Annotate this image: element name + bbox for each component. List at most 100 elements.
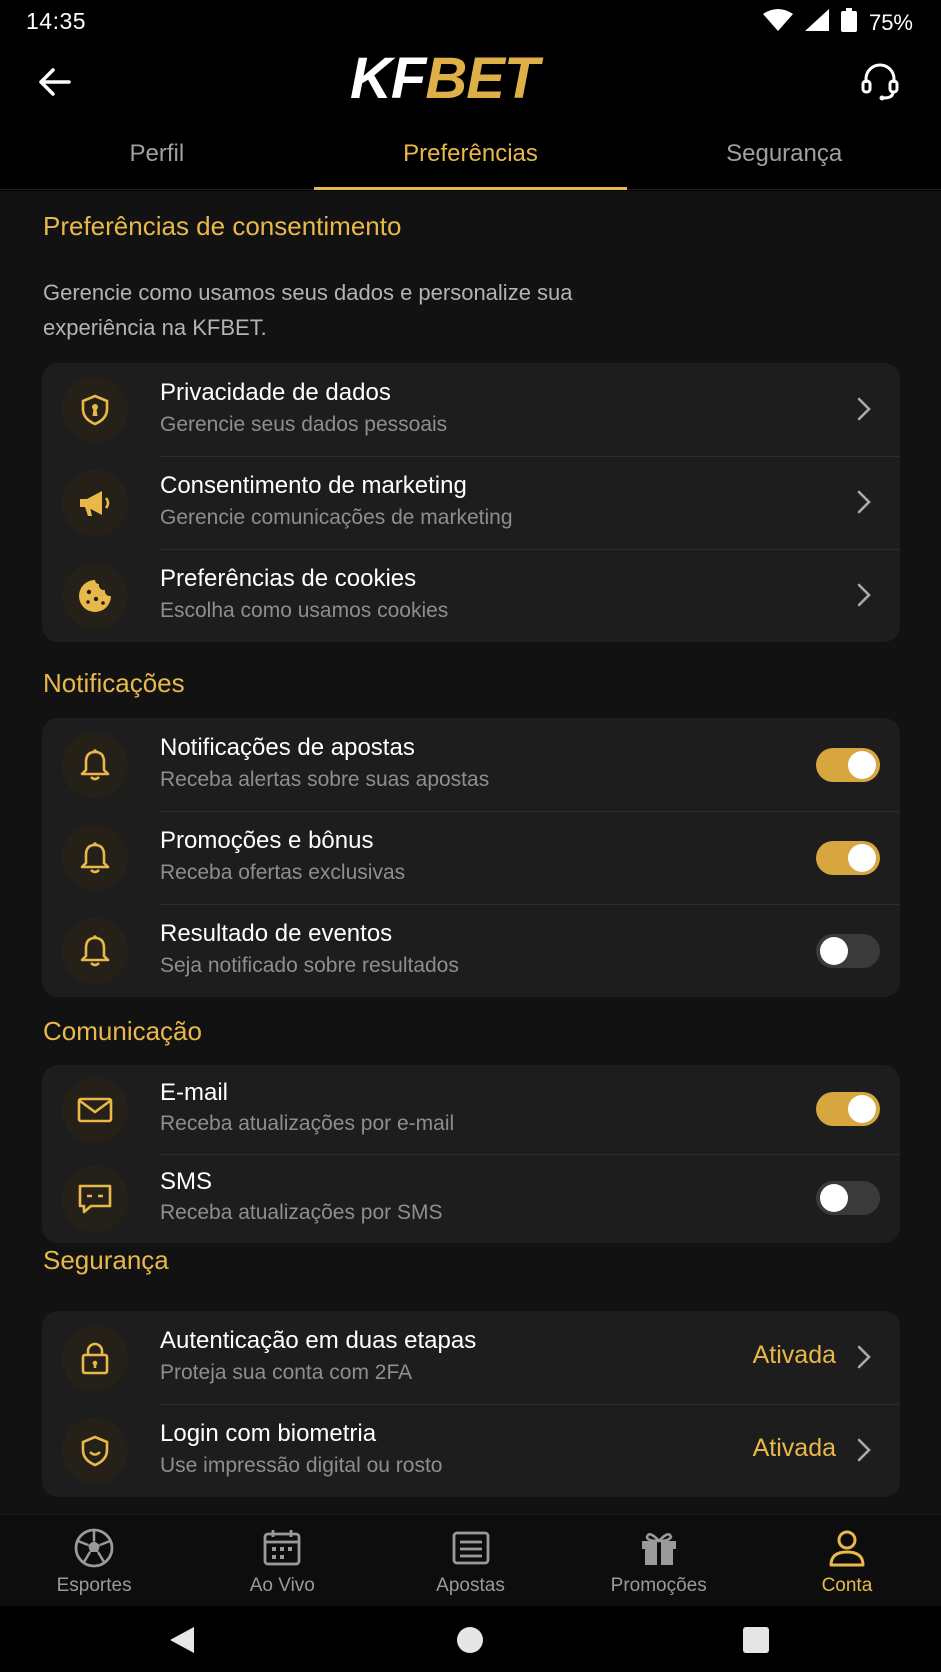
status-bar: 14:35 75% [0,0,941,44]
square-recents-icon [743,1627,769,1653]
biometric-subtitle: Use impressão digital ou rosto [160,1454,443,1477]
email-toggle[interactable] [816,1092,880,1126]
tab-perfil[interactable]: Perfil [0,124,314,189]
sms-title: SMS [160,1168,213,1195]
bell-icon [62,825,128,891]
biometric-status: Ativada [752,1434,836,1462]
tab-preferencias[interactable]: Preferências [313,124,628,190]
triangle-back-icon [170,1627,194,1653]
event-results-subtitle: Seja notificado sobre resultados [160,954,459,977]
biometric-row[interactable]: Login com biometria Use impressão digita… [42,1404,900,1497]
cookies-title: Preferências de cookies [160,565,417,592]
communication-section-title: Comunicação [43,1016,202,1046]
nav-esportes[interactable]: Esportes [0,1515,188,1606]
event-results-title: Resultado de eventos [160,920,393,947]
system-back-button[interactable] [162,1620,202,1660]
shield-face-icon [62,1418,128,1484]
nav-esportes-label: Esportes [56,1575,132,1596]
promotions-subtitle: Receba ofertas exclusivas [160,861,406,884]
gift-icon [636,1527,682,1569]
bottom-nav: Esportes Ao Vivo Apostas Promoções Conta [0,1514,941,1606]
cookies-row[interactable]: Preferências de cookies Escolha como usa… [42,549,900,642]
system-navigation-bar [0,1606,941,1672]
biometric-title: Login com biometria [160,1420,377,1447]
security-section-title: Segurança [43,1245,169,1275]
arrow-left-icon [39,68,71,96]
bet-notifications-toggle[interactable] [816,748,880,782]
marketing-title: Consentimento de marketing [160,472,467,499]
consent-section-title: Preferências de consentimento [43,211,402,241]
chevron-right-icon [850,1436,878,1464]
system-recents-button[interactable] [736,1620,776,1660]
wifi-icon [762,9,793,36]
status-indicators: 75% [762,8,913,37]
cookie-icon [62,563,128,629]
battery-icon [840,8,857,37]
soccer-ball-icon [71,1527,117,1569]
email-title: E-mail [160,1079,229,1106]
email-subtitle: Receba atualizações por e-mail [160,1112,455,1135]
email-row: E-mail Receba atualizações por e-mail [42,1065,900,1154]
nav-promocoes-label: Promoções [610,1575,707,1596]
chevron-right-icon [850,1343,878,1371]
two-factor-title: Autenticação em duas etapas [160,1327,477,1354]
security-card: Autenticação em duas etapas Proteja sua … [42,1311,900,1497]
cookies-subtitle: Escolha como usamos cookies [160,599,449,622]
sms-toggle[interactable] [816,1181,880,1215]
support-button[interactable] [857,58,903,104]
bet-notifications-subtitle: Receba alertas sobre suas apostas [160,768,490,791]
message-icon [62,1166,128,1232]
tab-seguranca[interactable]: Segurança [627,124,941,189]
promotions-row: Promoções e bônus Receba ofertas exclusi… [42,811,900,904]
notifications-section-title: Notificações [43,668,185,698]
bet-notifications-title: Notificações de apostas [160,734,415,761]
headset-icon [861,63,899,101]
sms-subtitle: Receba atualizações por SMS [160,1201,443,1224]
two-factor-row[interactable]: Autenticação em duas etapas Proteja sua … [42,1311,900,1404]
nav-apostas[interactable]: Apostas [376,1515,564,1606]
event-results-toggle[interactable] [816,934,880,968]
nav-promocoes[interactable]: Promoções [565,1515,753,1606]
event-results-row: Resultado de eventos Seja notificado sob… [42,904,900,997]
bell-icon [62,732,128,798]
consent-description: Gerencie como usamos seus dados e person… [43,280,573,340]
marketing-row[interactable]: Consentimento de marketing Gerencie comu… [42,456,900,549]
preferences-content: Preferências de consentimento Gerencie c… [0,191,941,1515]
marketing-subtitle: Gerencie comunicações de marketing [160,506,513,529]
communication-card: E-mail Receba atualizações por e-mail SM… [42,1065,900,1243]
ticket-icon [448,1527,494,1569]
circle-home-icon [457,1627,483,1653]
status-time: 14:35 [26,8,87,34]
battery-percentage: 75% [868,9,913,35]
promotions-toggle[interactable] [816,841,880,875]
nav-ao-vivo[interactable]: Ao Vivo [188,1515,376,1606]
privacy-subtitle: Gerencie seus dados pessoais [160,413,448,436]
promotions-title: Promoções e bônus [160,827,374,854]
privacy-row[interactable]: Privacidade de dados Gerencie seus dados… [42,363,900,456]
bell-icon [62,918,128,984]
nav-ao-vivo-label: Ao Vivo [249,1575,315,1596]
nav-apostas-label: Apostas [436,1575,505,1596]
tab-bar: Perfil Preferências Segurança [0,124,941,190]
app-header: KFBET [0,44,941,120]
chevron-right-icon [850,395,878,423]
calendar-icon [259,1527,305,1569]
consent-card: Privacidade de dados Gerencie seus dados… [42,363,900,642]
nav-conta[interactable]: Conta [753,1515,941,1606]
sms-row: SMS Receba atualizações por SMS [42,1154,900,1243]
bet-notifications-row: Notificações de apostas Receba alertas s… [42,718,900,811]
two-factor-subtitle: Proteja sua conta com 2FA [160,1361,413,1384]
chevron-right-icon [850,581,878,609]
megaphone-icon [62,470,128,536]
lock-icon [62,1325,128,1391]
nav-conta-label: Conta [821,1575,873,1596]
back-button[interactable] [32,60,76,104]
notifications-card: Notificações de apostas Receba alertas s… [42,718,900,997]
privacy-title: Privacidade de dados [160,379,391,406]
system-home-button[interactable] [450,1620,490,1660]
kfbet-logo: KFBET [350,46,539,111]
two-factor-status: Ativada [752,1341,836,1369]
mail-icon [62,1077,128,1143]
user-icon [824,1527,870,1569]
signal-icon [804,9,829,36]
